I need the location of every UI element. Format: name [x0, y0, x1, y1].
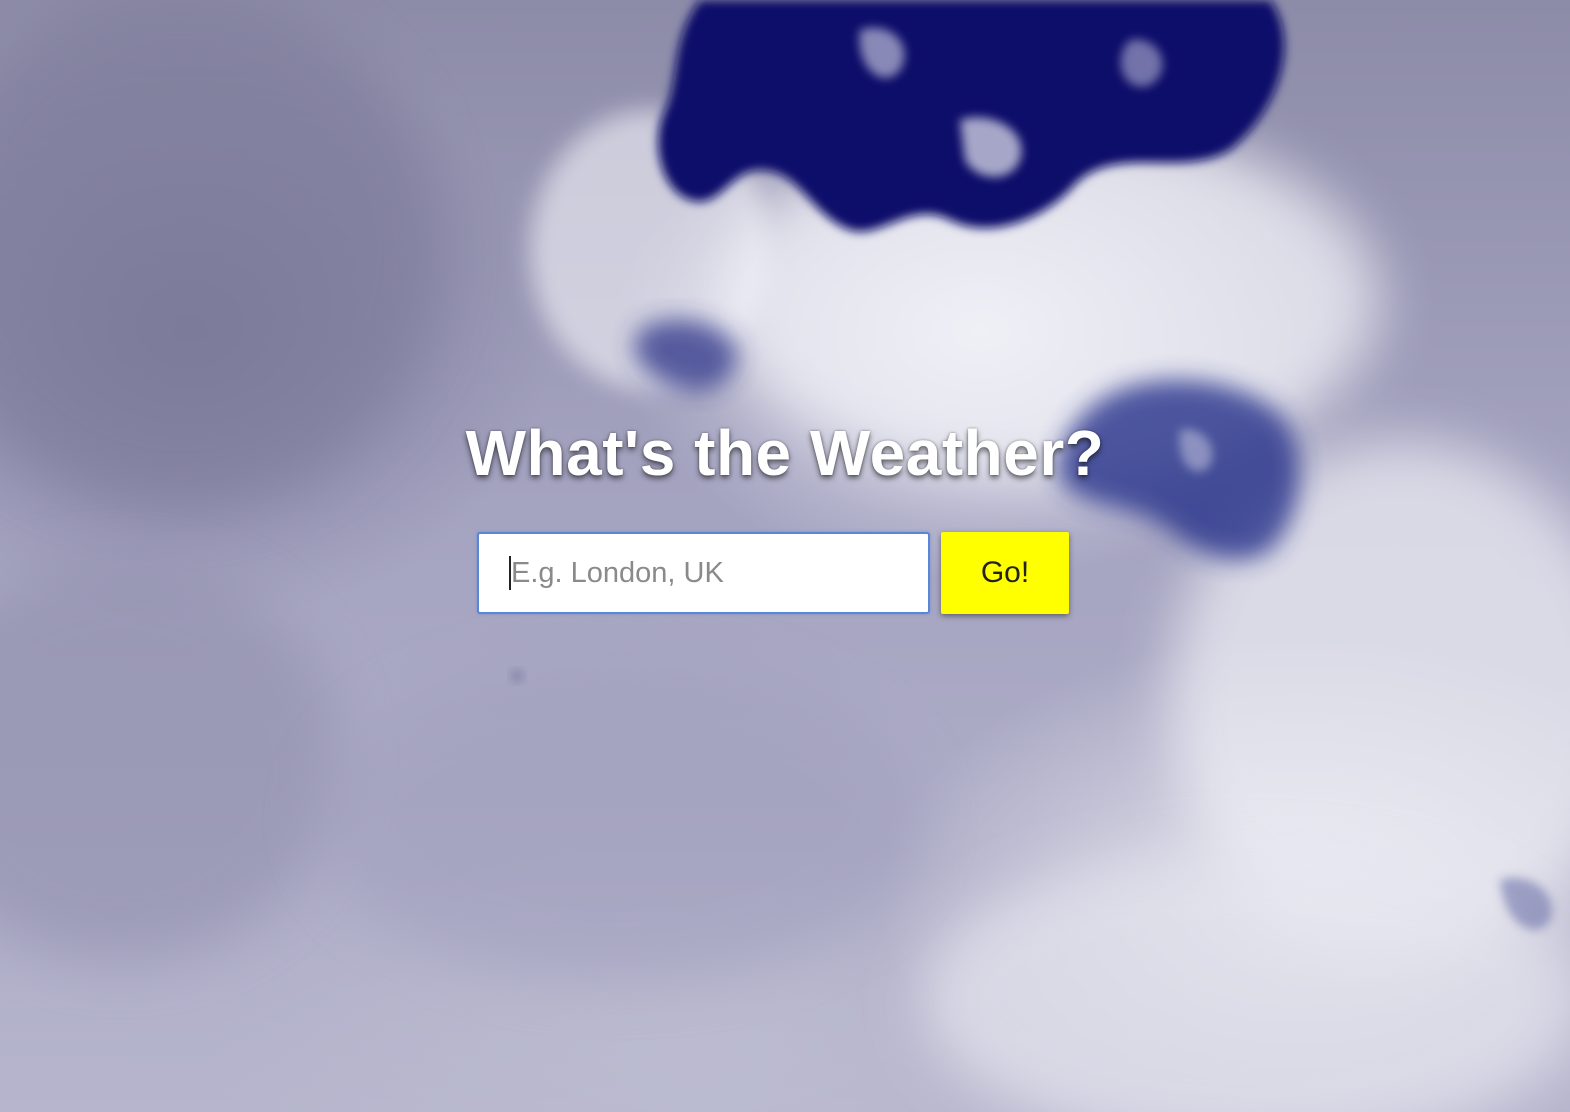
search-form: Go!	[477, 532, 1077, 614]
text-cursor	[509, 556, 511, 590]
go-button[interactable]: Go!	[941, 532, 1069, 614]
page-title: What's the Weather?	[465, 417, 1105, 489]
title-container: What's the Weather?	[0, 415, 1570, 491]
city-search-input[interactable]	[477, 532, 930, 614]
